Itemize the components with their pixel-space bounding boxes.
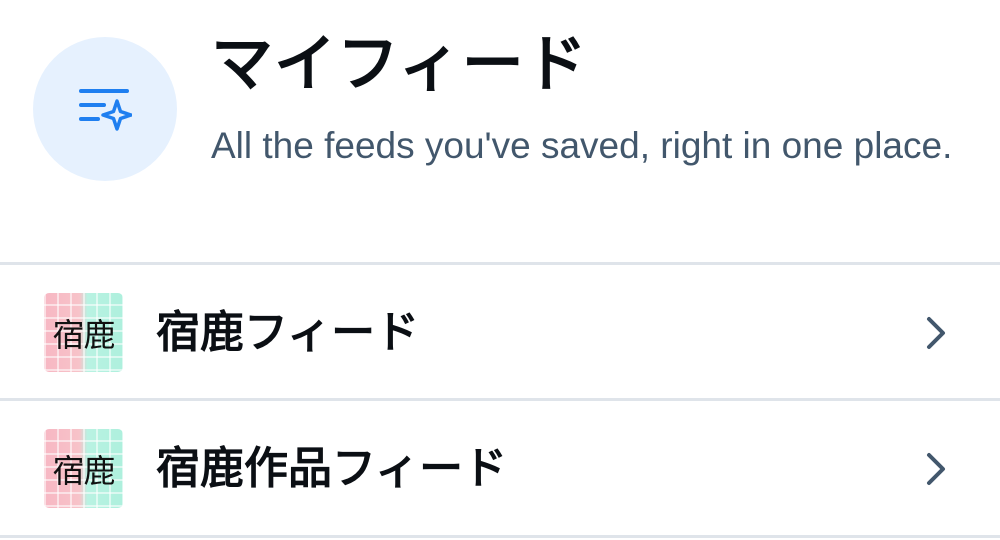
feed-avatar-text: 宿鹿	[52, 451, 115, 490]
feed-avatar-text: 宿鹿	[52, 315, 115, 354]
page-title: マイフィード	[211, 27, 588, 100]
divider	[0, 535, 1000, 538]
feed-sparkle-icon	[33, 37, 177, 181]
chevron-right-icon	[927, 317, 945, 349]
feed-row[interactable]: 宿鹿 宿鹿作品フィード	[0, 401, 1000, 535]
feed-name: 宿鹿作品フィード	[156, 443, 508, 494]
feed-row[interactable]: 宿鹿 宿鹿フィード	[0, 265, 1000, 399]
chevron-right-icon	[927, 453, 945, 485]
feed-avatar: 宿鹿	[44, 293, 123, 372]
my-feeds-page: マイフィード All the feeds you've saved, right…	[0, 0, 1000, 540]
feed-name: 宿鹿フィード	[156, 307, 420, 358]
page-subtitle: All the feeds you've saved, right in one…	[211, 125, 953, 166]
feed-avatar: 宿鹿	[44, 429, 123, 508]
page-header: マイフィード All the feeds you've saved, right…	[0, 0, 1000, 262]
